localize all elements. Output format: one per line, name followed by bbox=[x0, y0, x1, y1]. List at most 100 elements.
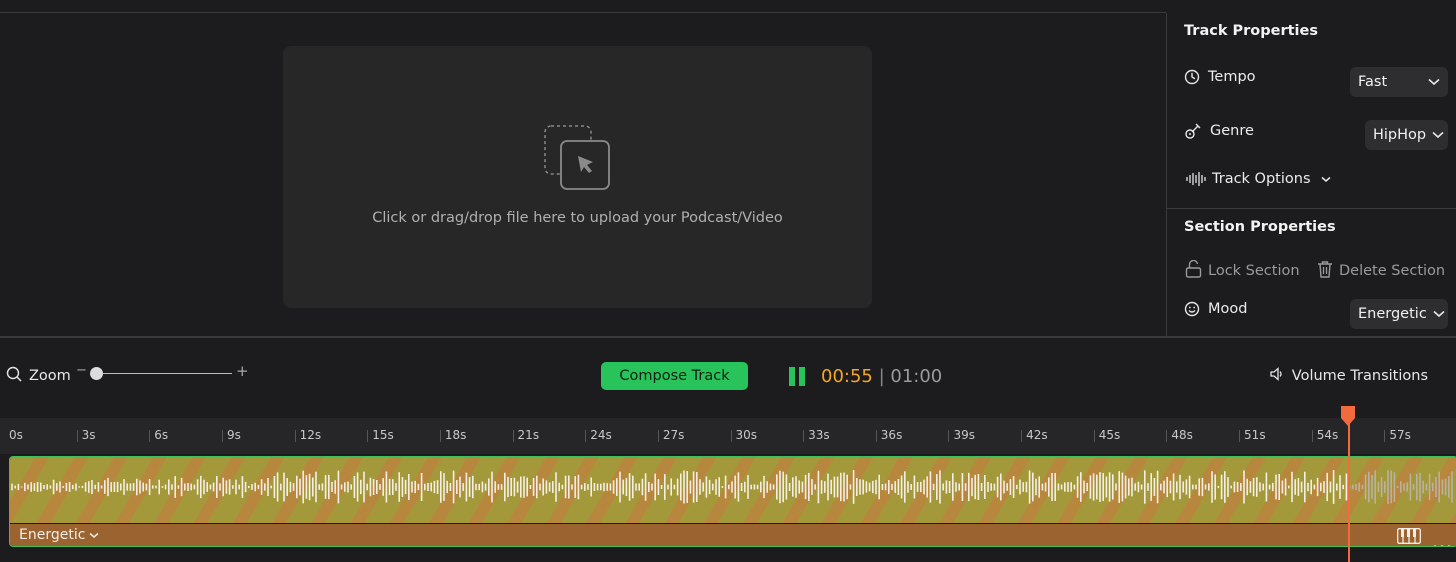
track-properties-title: Track Properties bbox=[1184, 23, 1318, 39]
ruler-tick-line bbox=[585, 430, 587, 442]
playhead-handle[interactable] bbox=[1341, 406, 1355, 426]
ruler-tick-label: 12s bbox=[299, 428, 322, 442]
ruler-tick-line bbox=[948, 430, 950, 442]
ruler-tick-label: 45s bbox=[1098, 428, 1121, 442]
ruler-tick-line bbox=[1166, 430, 1168, 442]
chevron-down-icon bbox=[1426, 127, 1444, 143]
ruler-tick-label: 33s bbox=[808, 428, 830, 442]
ruler-tick-line bbox=[221, 430, 223, 442]
timeline: 0s 3s 6s 9s 12s 15s 18s 21s 24s 27s 30s 33s 36s 39s 42… bbox=[0, 406, 1456, 562]
zoom-slider[interactable]: − + bbox=[76, 362, 256, 386]
compose-track-button[interactable]: Compose Track bbox=[601, 362, 748, 390]
ruler-tick-line bbox=[730, 430, 732, 442]
ruler-tick-line bbox=[1093, 430, 1095, 442]
waveform bbox=[11, 470, 1453, 504]
ruler-tick-label: 48s bbox=[1171, 428, 1193, 442]
ruler-tick-label: 27s bbox=[662, 428, 685, 442]
volume-transitions-button[interactable]: Volume Transitions bbox=[1270, 367, 1428, 385]
pause-button[interactable] bbox=[789, 367, 805, 386]
ruler-tick-line bbox=[149, 430, 151, 442]
ruler-tick-line bbox=[803, 430, 805, 442]
mood-dropdown[interactable]: Energetic bbox=[1350, 299, 1448, 329]
zoom-in-button[interactable]: + bbox=[236, 362, 249, 380]
chevron-down-icon bbox=[1321, 176, 1331, 183]
time-ruler[interactable]: 0s 3s 6s 9s 12s 15s 18s 21s 24s 27s 30s 33s 36s 39s 42… bbox=[0, 418, 1456, 454]
genre-dropdown[interactable]: HipHop bbox=[1365, 120, 1448, 150]
mood-value: Energetic bbox=[1358, 306, 1427, 322]
time-separator: | bbox=[872, 366, 891, 387]
ruler-tick-label: 42s bbox=[1026, 428, 1048, 442]
zoom-out-button[interactable]: − bbox=[76, 363, 87, 378]
more-options-icon[interactable] bbox=[1433, 534, 1451, 546]
ruler-tick-label: 51s bbox=[1244, 428, 1266, 442]
ruler-tick-label: 30s bbox=[735, 428, 758, 442]
properties-panel: Track Properties Tempo Fast Genre HipHop… bbox=[1166, 13, 1456, 336]
ruler-tick-label: 3s bbox=[81, 428, 96, 442]
delete-section-label: Delete Section bbox=[1339, 263, 1446, 279]
unlock-icon bbox=[1185, 259, 1202, 282]
genre-row: Genre bbox=[1184, 122, 1254, 140]
mood-label: Mood bbox=[1208, 301, 1248, 317]
genre-label: Genre bbox=[1210, 123, 1254, 139]
panel-divider bbox=[1167, 208, 1456, 209]
upload-area: Click or drag/drop file here to upload y… bbox=[0, 13, 1166, 335]
ruler-tick-label: 9s bbox=[226, 428, 241, 442]
ruler-tick-label: 36s bbox=[880, 428, 903, 442]
pause-bar bbox=[789, 367, 795, 386]
delete-section-button[interactable]: Delete Section bbox=[1317, 260, 1445, 282]
piano-icon[interactable] bbox=[1397, 528, 1421, 546]
ruler-tick-line bbox=[294, 430, 296, 442]
ruler-tick-label: 21s bbox=[517, 428, 540, 442]
zoom-thumb[interactable] bbox=[90, 367, 103, 380]
ruler-tick-label: 0s bbox=[9, 428, 23, 442]
ruler-tick-line bbox=[512, 430, 514, 442]
section-mood-dropdown[interactable]: Energetic bbox=[19, 527, 99, 543]
ruler-tick-label: 24s bbox=[590, 428, 612, 442]
smiley-icon bbox=[1184, 301, 1200, 317]
ruler-tick-line bbox=[439, 430, 441, 442]
volume-transitions-label: Volume Transitions bbox=[1291, 368, 1428, 384]
genre-value: HipHop bbox=[1373, 127, 1427, 143]
current-time: 00:55 bbox=[821, 366, 873, 387]
ruler-tick-label: 6s bbox=[154, 428, 169, 442]
clock-icon bbox=[1184, 69, 1200, 85]
time-display: 00:55 | 01:00 bbox=[821, 366, 942, 387]
track-options-toggle[interactable]: Track Options bbox=[1186, 171, 1331, 187]
ruler-tick-line bbox=[1384, 430, 1386, 442]
playhead-line bbox=[1348, 418, 1350, 562]
ruler-tick-line bbox=[1239, 430, 1241, 442]
ruler-tick-label: 54s bbox=[1316, 428, 1339, 442]
ruler-tick-line bbox=[1021, 430, 1023, 442]
mood-row: Mood bbox=[1184, 301, 1247, 317]
total-time: 01:00 bbox=[890, 366, 943, 387]
zoom-label: Zoom bbox=[29, 368, 71, 384]
zoom-track bbox=[90, 373, 232, 374]
lock-section-label: Lock Section bbox=[1208, 263, 1300, 279]
ruler-tick-line bbox=[367, 430, 369, 442]
zoom-control: Zoom bbox=[6, 366, 71, 386]
ruler-tick-label: 18s bbox=[444, 428, 467, 442]
tempo-row: Tempo bbox=[1184, 69, 1256, 85]
tempo-dropdown[interactable]: Fast bbox=[1350, 67, 1448, 97]
playback-controls: Zoom − + Compose Track 00:55 | 01:00 Vol… bbox=[0, 338, 1456, 418]
track-clip[interactable]: Energetic bbox=[9, 456, 1456, 547]
track-options-label: Track Options bbox=[1212, 171, 1311, 187]
ruler-tick-line bbox=[76, 430, 78, 442]
waveform-icon bbox=[1186, 172, 1208, 186]
lock-section-button[interactable]: Lock Section bbox=[1185, 259, 1300, 282]
ruler-tick-label: 15s bbox=[372, 428, 394, 442]
ruler-tick-label: 39s bbox=[953, 428, 975, 442]
section-bar[interactable]: Energetic bbox=[10, 524, 1456, 546]
section-properties-title: Section Properties bbox=[1184, 219, 1336, 235]
ruler-tick-line bbox=[1311, 430, 1313, 442]
upload-dropzone[interactable]: Click or drag/drop file here to upload y… bbox=[283, 46, 872, 308]
ruler-tick-label: 57s bbox=[1389, 428, 1411, 442]
upload-cursor-icon bbox=[543, 124, 613, 192]
speaker-icon bbox=[1270, 367, 1284, 385]
compose-track-label: Compose Track bbox=[619, 368, 730, 384]
pause-bar bbox=[799, 367, 805, 386]
upload-prompt: Click or drag/drop file here to upload y… bbox=[372, 210, 783, 226]
chevron-down-icon bbox=[1422, 74, 1440, 90]
search-icon bbox=[6, 366, 22, 386]
chevron-down-icon bbox=[89, 527, 99, 543]
